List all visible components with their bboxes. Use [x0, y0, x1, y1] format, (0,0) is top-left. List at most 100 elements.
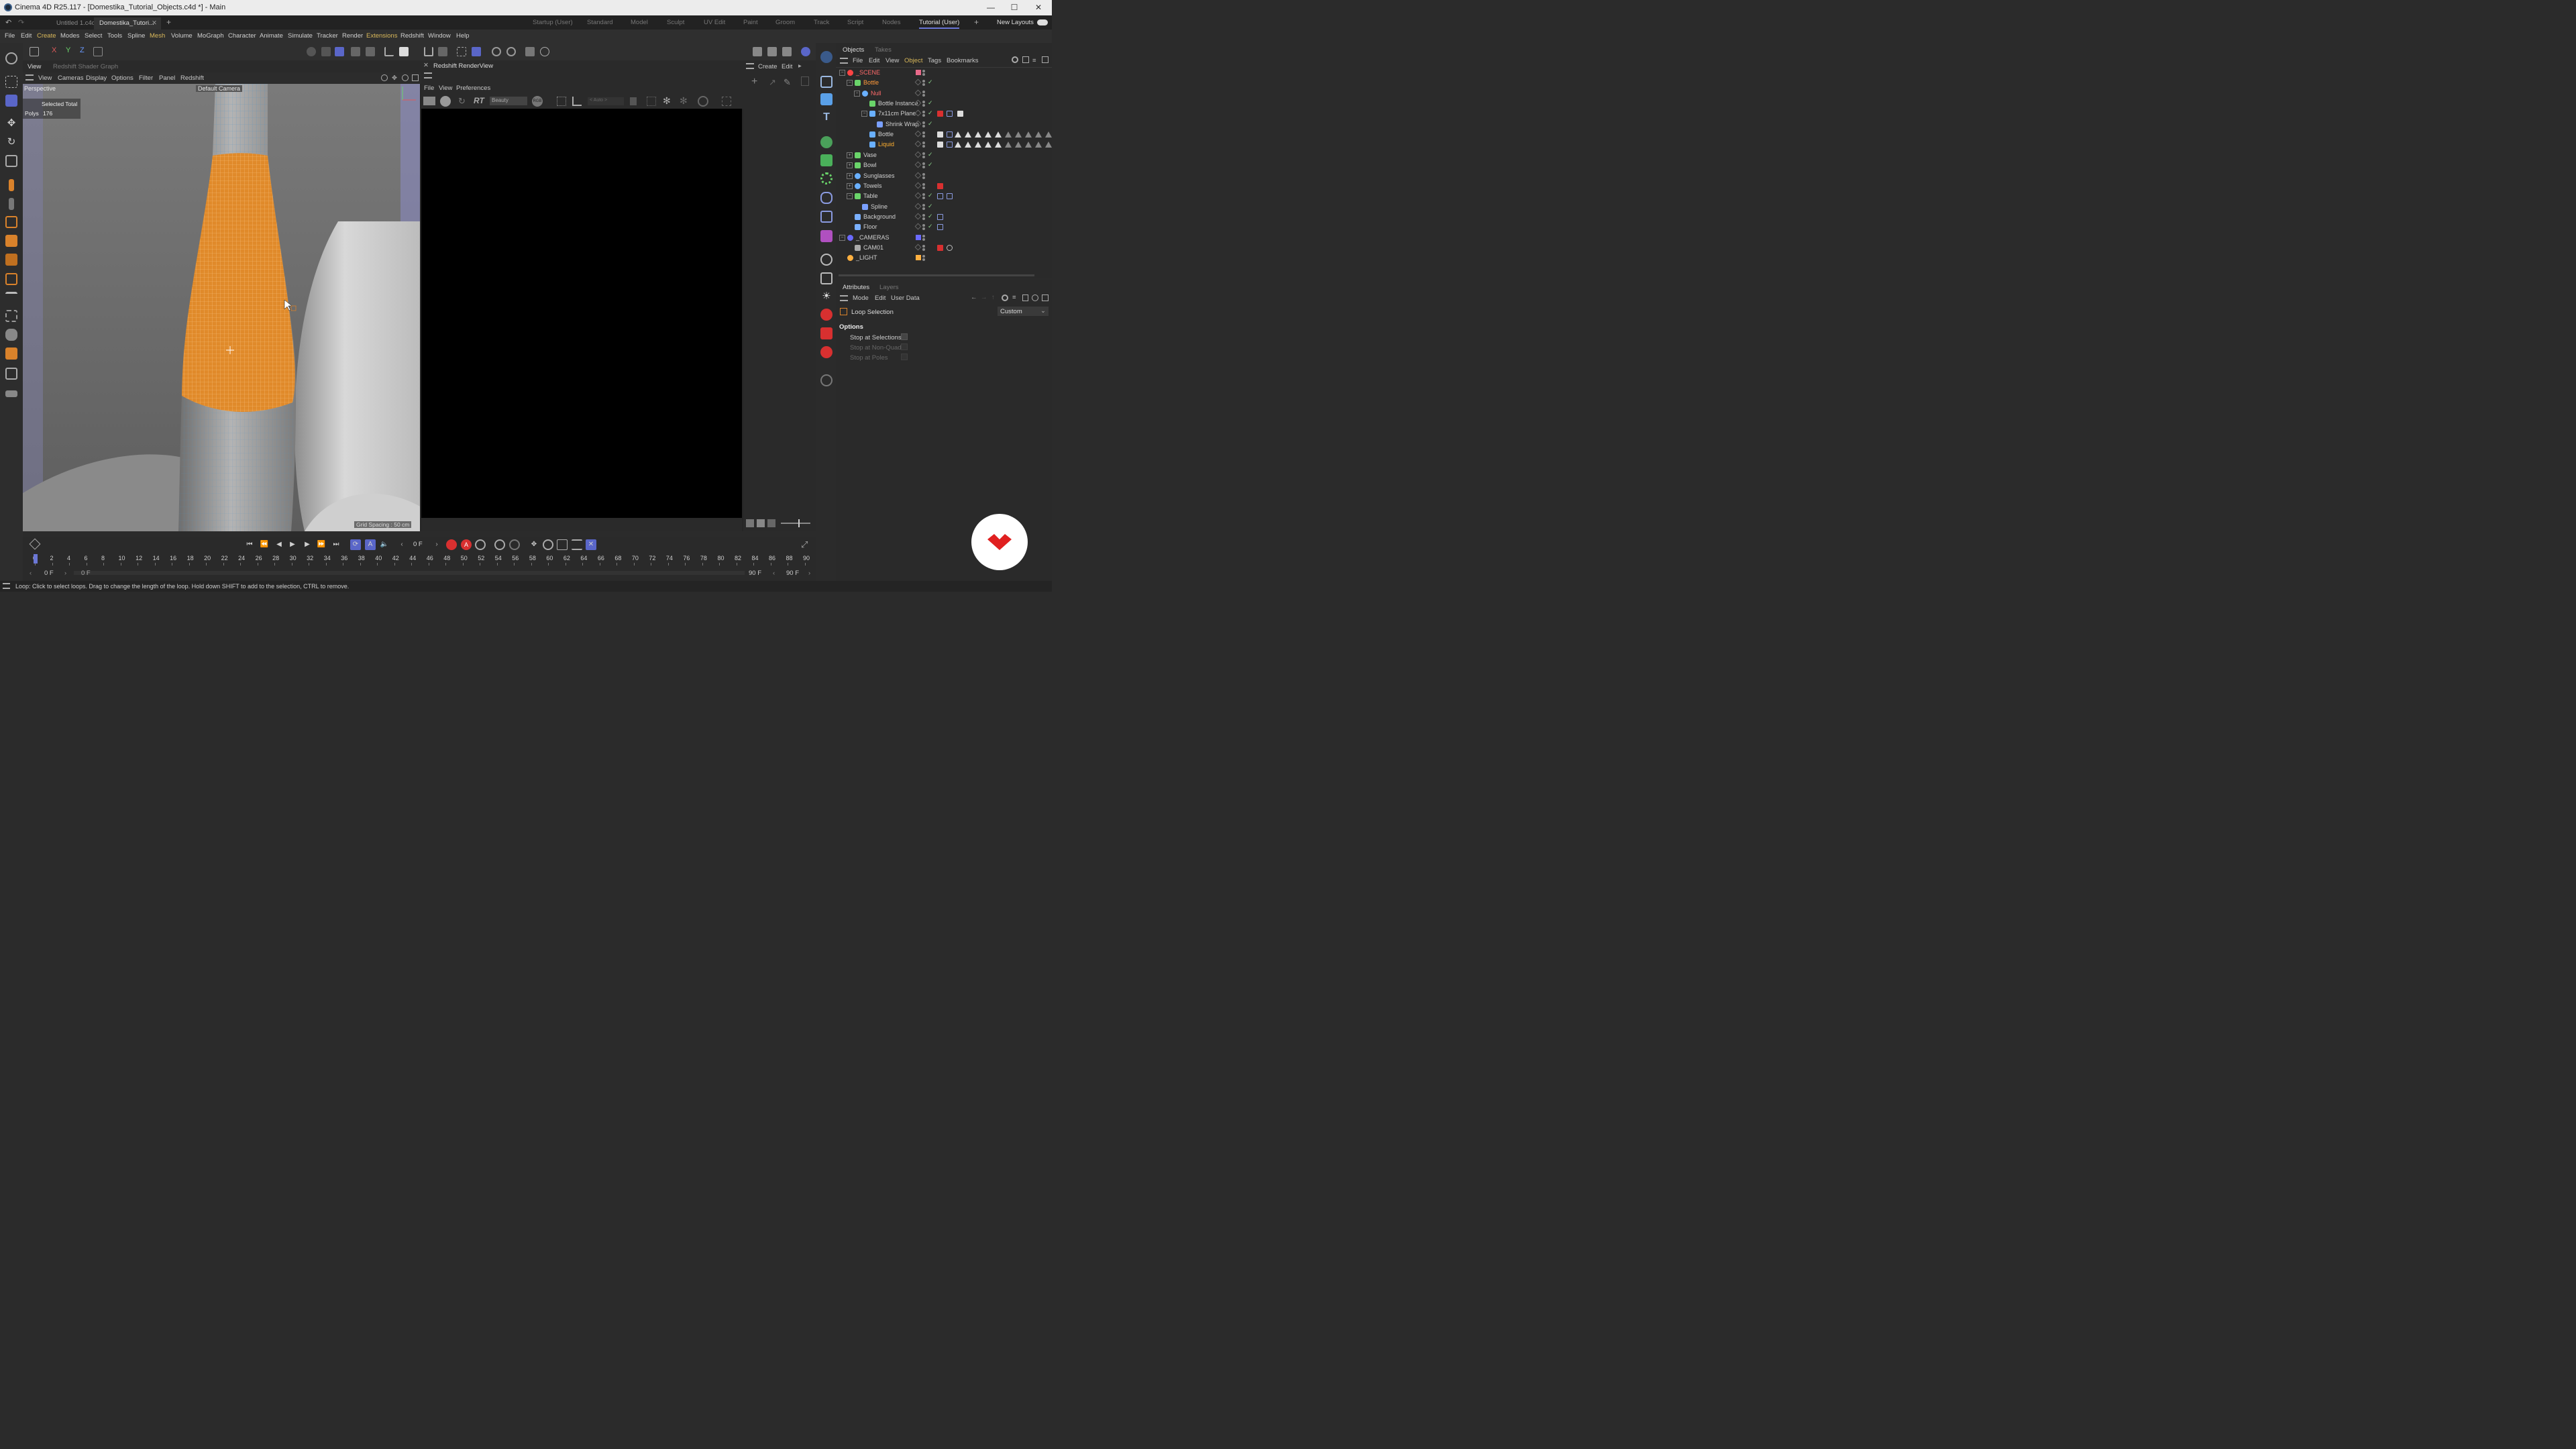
go-to-end-button[interactable]: ⏭ [331, 539, 341, 550]
layout-tab-model[interactable]: Model [631, 19, 648, 26]
objects-menu-object[interactable]: Object [904, 57, 922, 64]
scene-icon[interactable] [820, 230, 833, 242]
menu-tools[interactable]: Tools [107, 32, 122, 40]
layer-diamond-icon[interactable] [914, 130, 922, 138]
object-row[interactable]: Bottle [837, 129, 1052, 140]
model-mode-icon[interactable] [307, 47, 316, 56]
material-tag-icon[interactable] [1045, 142, 1052, 148]
undo-icon[interactable]: ↶ [5, 18, 11, 27]
position-key-icon[interactable] [494, 539, 505, 550]
texture-tag-icon[interactable] [937, 142, 943, 148]
layout-tab-sculpt[interactable]: Sculpt [667, 19, 684, 26]
object-row[interactable]: + Towels [837, 181, 1051, 191]
attributes-menu-user-data[interactable]: User Data [891, 294, 920, 302]
enabled-check-icon[interactable]: ✓ [928, 213, 933, 220]
redshift-camera-tag-icon[interactable] [937, 244, 943, 251]
timeline-expand-icon[interactable]: ⤢ [801, 539, 808, 550]
material-tag-icon[interactable] [975, 131, 981, 138]
cube-primitive-icon[interactable] [820, 93, 833, 105]
cloner-green-icon[interactable] [820, 154, 833, 166]
frame-range-slider[interactable] [74, 571, 745, 575]
material-tag-icon[interactable] [1025, 131, 1032, 138]
layer-diamond-icon[interactable] [914, 172, 922, 178]
renderview-menu-view[interactable]: View [439, 85, 452, 92]
visibility-dots-icon[interactable] [922, 224, 925, 231]
previous-key-button[interactable]: ⏪ [259, 539, 270, 550]
z-axis-button[interactable]: Z [80, 46, 85, 54]
viewport-solo-icon[interactable] [525, 47, 535, 56]
tab-objects[interactable]: Objects [843, 46, 864, 54]
visibility-dots-icon[interactable] [922, 80, 925, 87]
keyframe-icon[interactable] [29, 538, 41, 550]
viewport-menu-redshift[interactable]: Redshift [180, 74, 204, 82]
object-row[interactable]: − Null [837, 89, 1051, 99]
tab-layers[interactable]: Layers [879, 284, 899, 291]
render-picture-viewer-icon[interactable] [767, 47, 777, 56]
points-mode-icon[interactable] [321, 47, 331, 56]
clapper-icon[interactable] [423, 97, 435, 105]
layer-diamond-icon[interactable] [914, 182, 922, 189]
menu-file[interactable]: File [5, 32, 15, 40]
attributes-menu-mode[interactable]: Mode [853, 294, 869, 302]
menu-tracker[interactable]: Tracker [317, 32, 338, 40]
uv-tag-icon[interactable] [947, 111, 953, 117]
enabled-check-icon[interactable]: ✓ [928, 223, 933, 230]
material-tag-icon[interactable] [985, 142, 991, 148]
objects-menu-file[interactable]: File [853, 57, 863, 64]
edit-icon[interactable] [820, 374, 833, 386]
rotate-icon[interactable]: ↻ [5, 136, 17, 148]
render-settings-icon[interactable] [782, 47, 792, 56]
menu-modes[interactable]: Modes [60, 32, 80, 40]
objects-hamburger-icon[interactable] [840, 58, 848, 64]
texture-mode-icon[interactable] [399, 47, 409, 56]
camera-dropdown[interactable]: Default Camera [196, 85, 243, 92]
expand-toggle-icon[interactable]: − [839, 234, 845, 241]
layer-diamond-icon[interactable] [914, 151, 922, 158]
layer-diamond-icon[interactable] [914, 140, 922, 148]
visibility-dots-icon[interactable] [922, 142, 925, 148]
menu-spline[interactable]: Spline [127, 32, 145, 40]
minimize-button[interactable]: — [981, 1, 1001, 13]
layout-tab-script[interactable]: Script [847, 19, 863, 26]
status-hamburger-icon[interactable] [3, 583, 10, 589]
visibility-dots-icon[interactable] [922, 70, 925, 76]
text-icon[interactable]: T [820, 111, 833, 123]
coordinate-system-icon[interactable] [93, 47, 103, 56]
previous-frame-button[interactable]: ◀ [274, 539, 284, 550]
expand-toggle-icon[interactable]: − [854, 90, 860, 97]
texture-tag-icon[interactable] [937, 131, 943, 138]
object-row[interactable]: Floor ✓ [837, 222, 1051, 232]
keyframe-selection-button[interactable] [475, 539, 486, 550]
object-row[interactable]: + Sunglasses [837, 171, 1051, 181]
loop-playback-button[interactable]: ⟳ [350, 539, 361, 550]
extrude-icon[interactable] [5, 254, 17, 266]
rgb-channel-button[interactable]: RGB [532, 96, 543, 107]
solo-hierarchy-icon[interactable] [506, 47, 516, 56]
visibility-dots-icon[interactable] [922, 101, 925, 107]
visibility-dots-icon[interactable] [922, 213, 925, 220]
expand-toggle-icon[interactable]: + [847, 152, 853, 158]
end-frame-field[interactable]: 90 F [786, 570, 799, 577]
frame-increase-icon[interactable]: › [431, 539, 442, 550]
visibility-dots-icon[interactable] [922, 255, 925, 262]
playhead[interactable] [34, 554, 38, 564]
rotate-key-icon[interactable] [543, 539, 553, 550]
layer-color-swatch[interactable] [916, 234, 921, 240]
visibility-dots-icon[interactable] [922, 172, 925, 179]
layer-color-swatch[interactable] [916, 255, 921, 261]
option-stop-at-selections-checkbox[interactable] [901, 333, 908, 340]
uv-tag-icon[interactable] [947, 142, 953, 148]
field-icon[interactable] [5, 310, 17, 322]
menu-mesh[interactable]: Mesh [150, 32, 165, 40]
expand-toggle-icon[interactable]: + [847, 162, 853, 169]
object-row[interactable]: + Bowl ✓ [837, 160, 1051, 170]
visibility-dots-icon[interactable] [922, 90, 925, 97]
list-view-icon[interactable] [746, 519, 754, 527]
menu-extensions[interactable]: Extensions [366, 32, 397, 40]
axis-mode-icon[interactable] [384, 47, 394, 56]
objects-menu-edit[interactable]: Edit [869, 57, 879, 64]
rotation-key-icon[interactable] [509, 539, 520, 550]
bend-icon[interactable] [5, 292, 17, 304]
playback-rate-button[interactable]: A [365, 539, 376, 550]
object-row[interactable]: + Vase ✓ [837, 150, 1051, 160]
